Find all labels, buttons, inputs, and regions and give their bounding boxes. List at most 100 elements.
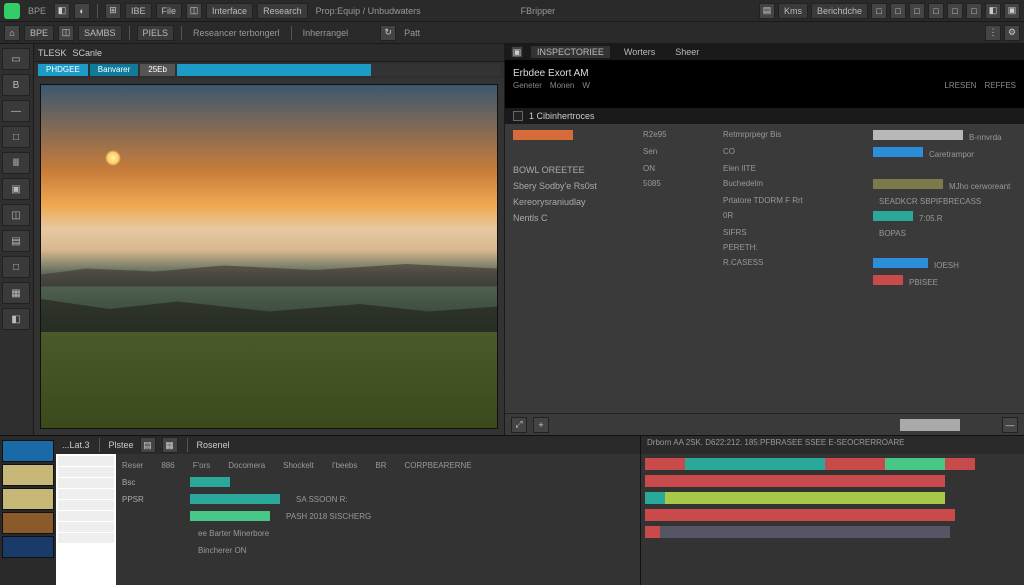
tool-icon[interactable]: ⊞ — [105, 3, 121, 19]
mini-icon[interactable]: □ — [871, 3, 887, 19]
checkbox-label: 1 Cibinhertroces — [529, 111, 595, 121]
timeline-stripes[interactable] — [641, 454, 1024, 585]
stripe-row[interactable] — [645, 458, 1020, 470]
track-row[interactable]: ee Barter Minerbore — [122, 526, 634, 540]
image-tab[interactable]: 25Eb — [140, 64, 175, 76]
more-icon[interactable]: ⋮ — [985, 25, 1001, 41]
color-swatch[interactable] — [2, 488, 54, 510]
stripe-row[interactable] — [645, 526, 1020, 538]
rail-button[interactable]: Ⅲ — [2, 152, 30, 174]
color-swatch[interactable] — [2, 440, 54, 462]
separator — [181, 26, 182, 40]
properties-grid: R2e95Retmrprpegr BisB-nnvrdaSenCOCaretra… — [505, 124, 1024, 413]
rail-button[interactable]: — — [2, 100, 30, 122]
mini-icon[interactable]: ▣ — [1004, 3, 1020, 19]
sub-button[interactable]: PIELS — [137, 25, 175, 41]
mini-icon[interactable]: □ — [909, 3, 925, 19]
properties-title-block: Erbdee Exort AM Geneter Monen W LRESEN R… — [505, 60, 1024, 108]
prop-row-value: R2e95 — [643, 130, 713, 143]
home-icon[interactable]: ⌂ — [4, 25, 20, 41]
rail-button[interactable]: □ — [2, 126, 30, 148]
stripe-row[interactable] — [645, 475, 1020, 487]
rail-button[interactable]: ▤ — [2, 230, 30, 252]
image-stage[interactable] — [34, 78, 504, 435]
tool-icon[interactable]: ▤ — [140, 437, 156, 453]
list-item[interactable] — [58, 533, 114, 543]
rail-button[interactable]: ◫ — [2, 204, 30, 226]
image-canvas[interactable] — [40, 84, 498, 429]
prop-tab[interactable]: Worters — [618, 46, 661, 58]
add-icon[interactable]: + — [533, 417, 549, 433]
color-swatch[interactable] — [2, 464, 54, 486]
tool-icon[interactable]: ▦ — [162, 437, 178, 453]
stripe-row[interactable] — [645, 509, 1020, 521]
prop-row-field: Retmrprpegr Bis — [723, 130, 863, 143]
refresh-icon[interactable]: ↻ — [380, 25, 396, 41]
prop-sub: REFFES — [984, 81, 1016, 90]
rail-button[interactable]: B — [2, 74, 30, 96]
prop-sub: Monen — [550, 81, 574, 90]
menu-button[interactable]: IBE — [125, 3, 152, 19]
rail-button[interactable]: ▣ — [2, 178, 30, 200]
track-row[interactable]: PASH 2018 SISCHERG — [122, 509, 634, 523]
image-tab[interactable]: PHDGEE — [38, 64, 88, 76]
color-swatch[interactable] — [2, 536, 54, 558]
hdr-label: SCanle — [73, 48, 103, 58]
tool-icon[interactable]: ◫ — [186, 3, 202, 19]
list-item[interactable] — [58, 511, 114, 521]
separator — [291, 26, 292, 40]
list-item[interactable] — [58, 522, 114, 532]
settings-icon[interactable]: ⚙ — [1004, 25, 1020, 41]
rail-button[interactable]: ▦ — [2, 282, 30, 304]
track-row[interactable]: PPSRSA SSOON R: — [122, 492, 634, 506]
prop-row-label — [513, 228, 633, 239]
rail-button[interactable]: ◧ — [2, 308, 30, 330]
menu-button[interactable]: Interface — [206, 3, 253, 19]
prop-row-bar — [873, 164, 1016, 175]
prop-tab[interactable]: Sheer — [669, 46, 705, 58]
info-button[interactable]: Berichdche — [811, 3, 868, 19]
image-tab[interactable]: Banvarer — [90, 64, 138, 76]
prop-row-bar: Caretrampor — [873, 147, 1016, 160]
menu-button[interactable]: File — [156, 3, 183, 19]
track-row[interactable]: Bsc — [122, 475, 634, 489]
prop-row-field: SIFRS — [723, 228, 863, 239]
sub-label: Reseancer terbongerl — [189, 28, 284, 38]
list-item[interactable] — [58, 467, 114, 477]
layer-list[interactable] — [56, 454, 116, 585]
list-item[interactable] — [58, 500, 114, 510]
list-item[interactable] — [58, 456, 114, 466]
tool-icon[interactable]: ◧ — [54, 3, 70, 19]
prop-row-value — [643, 228, 713, 239]
timeline-right-header: Drborn AA 2SK. D622:212. 185:PFBRASEE SS… — [641, 436, 1024, 454]
prop-row-bar: MJho cerworeant — [873, 179, 1016, 192]
tool-icon[interactable]: ◐ — [74, 3, 90, 19]
expand-icon[interactable]: ⤢ — [511, 417, 527, 433]
prop-tab[interactable]: INSPECTORIEE — [531, 46, 610, 58]
timeline-tracks[interactable]: Reser886F'orsDocomeraShockeltI'beebsBRCO… — [116, 454, 640, 585]
track-row[interactable]: Bincherer ON — [122, 543, 634, 557]
stripe-row[interactable] — [645, 492, 1020, 504]
rail-button[interactable]: ▭ — [2, 48, 30, 70]
menu-button[interactable]: Research — [257, 3, 308, 19]
panel-icon[interactable]: ▤ — [759, 3, 775, 19]
prop-row-value — [643, 211, 713, 224]
mini-icon[interactable]: □ — [890, 3, 906, 19]
mini-icon[interactable]: ◧ — [985, 3, 1001, 19]
checkbox-icon[interactable] — [513, 111, 523, 121]
mini-icon[interactable]: □ — [928, 3, 944, 19]
color-swatch[interactable] — [2, 512, 54, 534]
minimize-icon[interactable]: — — [1002, 417, 1018, 433]
list-item[interactable] — [58, 478, 114, 488]
list-item[interactable] — [58, 489, 114, 499]
prop-row-label: Nentls C — [513, 211, 633, 224]
mini-icon[interactable]: □ — [947, 3, 963, 19]
mini-icon[interactable]: □ — [966, 3, 982, 19]
tool-rail: ▭ B — □ Ⅲ ▣ ◫ ▤ □ ▦ ◧ — [0, 44, 34, 435]
tool-icon[interactable]: ◫ — [58, 25, 74, 41]
sub-button[interactable]: SAMBS — [78, 25, 122, 41]
sub-button[interactable]: BPE — [24, 25, 54, 41]
rail-button[interactable]: □ — [2, 256, 30, 278]
prop-checkbox-row[interactable]: 1 Cibinhertroces — [505, 108, 1024, 124]
info-button[interactable]: Kms — [778, 3, 808, 19]
